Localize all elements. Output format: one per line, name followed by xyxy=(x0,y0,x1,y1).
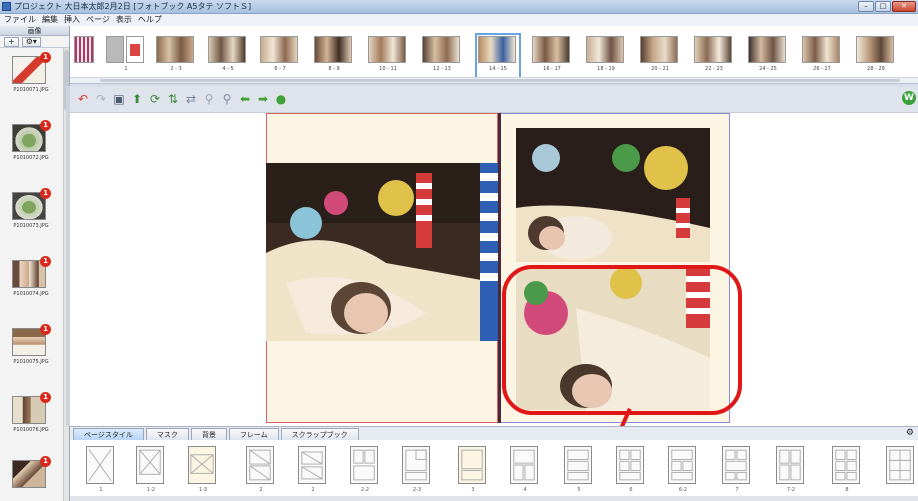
photo-item[interactable]: 1 P1010076.JPG xyxy=(8,392,58,433)
app-icon xyxy=(2,2,11,11)
forward-arrow-icon[interactable]: ➡ xyxy=(256,92,270,106)
add-photo-button[interactable]: + xyxy=(4,37,19,47)
layout-thumbnail[interactable]: 7-2 xyxy=(776,446,804,493)
strip-scrollbar[interactable] xyxy=(70,77,918,83)
minimize-button[interactable]: – xyxy=(858,1,874,12)
photo-item[interactable]: 1 P1010071.JPG xyxy=(8,52,58,93)
photo-item[interactable]: 1 xyxy=(8,456,58,488)
photo-filename: P1010075.JPG xyxy=(13,359,49,365)
page-style-panel: 1 1-2 1-3 2 2 2-2 2-3 3 4 5 6 6-2 7 7-2 … xyxy=(70,440,918,501)
zoom-out-icon[interactable]: ⚲ xyxy=(202,92,216,106)
spread-thumbnail[interactable]: 28 - 29 xyxy=(856,36,896,80)
photo-item[interactable]: 1 P1010073.JPG xyxy=(8,188,58,229)
layout-thumbnail[interactable]: 8 xyxy=(832,446,860,493)
layout-thumbnail[interactable]: 2-2 xyxy=(350,446,378,493)
spread-thumbnail[interactable]: 1 xyxy=(106,36,146,80)
spread-thumbnail[interactable]: 26 - 27 xyxy=(802,36,842,80)
layout-thumbnail[interactable]: 1 xyxy=(86,446,114,493)
right-page-photo-top[interactable] xyxy=(516,128,710,262)
menu-help[interactable]: ヘルプ xyxy=(138,14,162,26)
edit-toolbar: ↶ ↷ ▣ ⬆ ⟳ ⇅ ⇄ ⚲ ⚲ ⬅ ➡ ● W xyxy=(70,86,918,112)
layout-thumbnail[interactable]: 5 xyxy=(564,446,592,493)
replace-icon[interactable]: ⇅ xyxy=(166,92,180,106)
undo-icon[interactable]: ↶ xyxy=(76,92,90,106)
layout-scrollbar[interactable] xyxy=(70,496,918,501)
highlight-callout xyxy=(502,265,742,415)
spread-thumbnail-strip: 1 2 - 3 4 - 5 6 - 7 8 - 9 10 - 11 12 - 1… xyxy=(70,26,918,84)
spread-thumbnail[interactable]: 20 - 21 xyxy=(640,36,680,80)
spread-thumbnail[interactable] xyxy=(74,36,96,80)
layout-thumbnail[interactable] xyxy=(886,446,914,484)
usage-badge: 1 xyxy=(40,324,51,335)
photo-panel-header: 画像 xyxy=(0,26,69,36)
tab-frame[interactable]: フレーム xyxy=(228,428,279,440)
usage-badge: 1 xyxy=(40,256,51,267)
spread-thumbnail[interactable]: 6 - 7 xyxy=(260,36,300,80)
panel-options-button[interactable]: ⚙▾ xyxy=(21,37,41,47)
layout-thumbnail[interactable]: 2 xyxy=(246,446,274,493)
page-canvas xyxy=(70,112,918,426)
play-icon[interactable]: ● xyxy=(274,92,288,106)
layout-thumbnail[interactable]: 2 xyxy=(298,446,326,493)
style-tabs: ページスタイル マスク 背景 フレーム スクラップブック ⚙ xyxy=(70,426,918,440)
usage-badge: 1 xyxy=(40,120,51,131)
spread-thumbnail[interactable]: 24 - 25 xyxy=(748,36,788,80)
menu-insert[interactable]: 挿入 xyxy=(64,14,80,26)
photo-filename: P1010074.JPG xyxy=(13,291,49,297)
tab-scrapbook[interactable]: スクラップブック xyxy=(280,428,359,440)
menu-file[interactable]: ファイル xyxy=(4,14,36,26)
layout-thumbnail[interactable]: 1-2 xyxy=(136,446,164,493)
usage-badge: 1 xyxy=(40,392,51,403)
spread-thumbnail[interactable]: 8 - 9 xyxy=(314,36,354,80)
menu-view[interactable]: 表示 xyxy=(116,14,132,26)
photo-item[interactable]: 1 P1010074.JPG xyxy=(8,256,58,297)
layout-thumbnail[interactable]: 6 xyxy=(616,446,644,493)
usage-badge: 1 xyxy=(40,52,51,63)
layout-thumbnail[interactable]: 7 xyxy=(722,446,750,493)
maximize-button[interactable]: □ xyxy=(875,1,891,12)
redo-icon[interactable]: ↷ xyxy=(94,92,108,106)
spread-thumbnail-selected[interactable]: 14 - 15 xyxy=(475,33,521,83)
photo-filename: P1010073.JPG xyxy=(13,223,49,229)
close-button[interactable]: ✕ xyxy=(892,1,916,12)
web-icon[interactable]: W xyxy=(902,91,916,105)
photo-filename: P1010076.JPG xyxy=(13,427,49,433)
menu-page[interactable]: ページ xyxy=(86,14,110,26)
layout-thumbnail[interactable]: 1-3 xyxy=(188,446,216,493)
menu-edit[interactable]: 編集 xyxy=(42,14,58,26)
spread-thumbnail[interactable]: 16 - 17 xyxy=(532,36,572,80)
title-bar: プロジェクト 大日本太郎2月2日 [フォトブック A5タテ ソフトＳ] – □ … xyxy=(0,0,918,14)
layout-thumbnail[interactable]: 6-2 xyxy=(668,446,696,493)
usage-badge: 1 xyxy=(40,188,51,199)
rotate-icon[interactable]: ⟳ xyxy=(148,92,162,106)
spread-thumbnail[interactable]: 12 - 13 xyxy=(422,36,462,80)
add-photo-icon[interactable]: ⬆ xyxy=(130,92,144,106)
left-page-photo[interactable] xyxy=(266,163,498,341)
tab-background[interactable]: 背景 xyxy=(190,428,227,440)
layout-thumbnail[interactable]: 2-3 xyxy=(402,446,430,493)
layout-thumbnail[interactable]: 4 xyxy=(510,446,538,493)
spread-thumbnail[interactable]: 2 - 3 xyxy=(156,36,196,80)
layout-thumbnail[interactable]: 3 xyxy=(458,446,486,493)
photo-item[interactable]: 1 P1010072.JPG xyxy=(8,120,58,161)
photo-filename: P1010071.JPG xyxy=(13,87,49,93)
swap-icon[interactable]: ⇄ xyxy=(184,92,198,106)
spread-thumbnail[interactable]: 22 - 23 xyxy=(694,36,734,80)
gear-icon[interactable]: ⚙ xyxy=(906,428,914,438)
spread-thumbnail[interactable]: 4 - 5 xyxy=(208,36,248,80)
usage-badge: 1 xyxy=(40,456,51,467)
page-gutter xyxy=(498,113,501,423)
spread-thumbnail[interactable]: 10 - 11 xyxy=(368,36,408,80)
back-arrow-icon[interactable]: ⬅ xyxy=(238,92,252,106)
menu-bar: ファイル 編集 挿入 ページ 表示 ヘルプ xyxy=(0,14,918,26)
spread-thumbnail[interactable]: 18 - 19 xyxy=(586,36,626,80)
tab-mask[interactable]: マスク xyxy=(145,428,189,440)
photo-filename: P1010072.JPG xyxy=(13,155,49,161)
photo-item[interactable]: 1 P1010075.JPG xyxy=(8,324,58,365)
photo-panel: 画像 + ⚙▾ 1 P1010071.JPG 1 P1010072.JPG 1 … xyxy=(0,26,70,501)
zoom-in-icon[interactable]: ⚲ xyxy=(220,92,234,106)
save-icon[interactable]: ▣ xyxy=(112,92,126,106)
window-title: プロジェクト 大日本太郎2月2日 [フォトブック A5タテ ソフトＳ] xyxy=(14,2,252,11)
tab-page-style[interactable]: ページスタイル xyxy=(73,428,144,440)
